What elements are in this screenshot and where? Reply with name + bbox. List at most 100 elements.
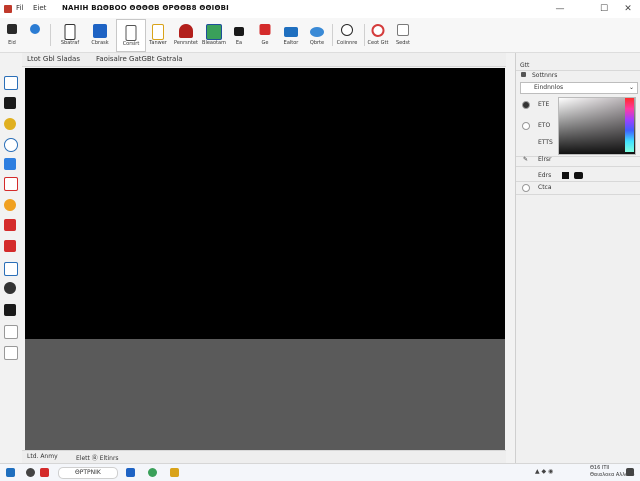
toolbar-image-button[interactable]: Bleaotam xyxy=(202,19,226,50)
toolbar-label: Bleaotam xyxy=(202,40,226,46)
toolbar-person-button[interactable]: Penrsntet xyxy=(172,19,200,50)
properties-panel: Gtt Sottnnrs Eindnnlos ⌄ ETE ETO ETTS ✎ … xyxy=(516,53,640,463)
close-button[interactable]: ✕ xyxy=(622,3,634,15)
toolbar-record-button[interactable]: Ge xyxy=(256,19,274,50)
editor-task-icon[interactable] xyxy=(170,468,179,477)
flag-tool-icon[interactable] xyxy=(4,240,16,252)
canvas-info-label: Faoisalre GatGBt Gatrala xyxy=(96,55,183,63)
toolbar-cursor-button[interactable]: Corsirt xyxy=(116,19,146,52)
select-tool-icon[interactable] xyxy=(4,76,18,90)
chat-task-icon[interactable] xyxy=(148,468,157,477)
canvas-area[interactable] xyxy=(25,68,505,450)
toolbar-get-button[interactable]: Ceot Gtt xyxy=(366,19,390,50)
color-label-3: ETTS xyxy=(538,139,553,146)
clock-time[interactable]: Θ16 ΙΤΙΙ xyxy=(590,465,609,471)
option-checkbox[interactable] xyxy=(522,184,530,192)
shape-tool-icon[interactable] xyxy=(4,138,18,152)
maximize-button[interactable]: ☐ xyxy=(598,3,610,15)
toolbar-label: Ealtor xyxy=(283,40,299,46)
taskbar-search-box[interactable]: ΘΡΤΡΝΙΚ xyxy=(58,467,118,479)
toolbar-label: Tanwer xyxy=(149,40,167,46)
canvas-preview xyxy=(25,68,505,339)
notification-icon[interactable] xyxy=(626,468,634,476)
panel-separator xyxy=(516,194,640,195)
title-bar: Fil Eiet ΝΑΗΙΗ ΒΩΘΒΟΟ ΘΘΘΘΒ ΘΡΘΘΒ8 ΘΘΙΘΒ… xyxy=(0,0,640,19)
color-label-1: ETE xyxy=(538,101,550,108)
chat-icon xyxy=(310,27,324,37)
canvas-header: Ltot Gbl Sladas Faoisalre GatGBt Gatrala xyxy=(22,53,506,67)
toolbar-shape-button[interactable]: Sbatraf xyxy=(56,19,84,50)
status-right: Elett Ⓑ Eltinrs xyxy=(76,455,119,462)
option-radio-1[interactable] xyxy=(522,101,530,109)
settings-icon xyxy=(521,72,526,77)
panel-separator xyxy=(516,156,640,157)
toolbar-label: Corsirt xyxy=(122,41,140,47)
export-tool-icon[interactable] xyxy=(4,346,18,360)
pen-icon: ✎ xyxy=(523,156,529,163)
toolbar-label: Eid xyxy=(8,40,16,46)
document-icon xyxy=(7,24,17,34)
toolbar-label: Qbrte xyxy=(309,40,325,46)
frame-tool-icon[interactable] xyxy=(4,262,18,276)
toolbar-label: Sedst xyxy=(396,40,410,46)
camera-icon xyxy=(234,27,244,36)
toolbar-globe-button[interactable] xyxy=(26,19,44,50)
panel-separator xyxy=(516,70,640,71)
person-icon xyxy=(179,24,193,38)
toolbar-separator xyxy=(364,24,365,46)
mask-tool-icon[interactable] xyxy=(4,219,16,231)
toolbar-camera-button[interactable]: Ea xyxy=(230,19,248,50)
toolbar-connect-button[interactable]: Coiinnre xyxy=(334,19,360,50)
fill-tool-icon[interactable] xyxy=(4,158,16,170)
canvas-tab-label[interactable]: Ltot Gbl Sladas xyxy=(27,55,80,63)
toolbar-settings-button[interactable]: Sedst xyxy=(392,19,414,50)
panel-separator xyxy=(516,166,640,167)
crop-tool-icon[interactable] xyxy=(4,177,18,191)
note-tool-icon[interactable] xyxy=(4,325,18,339)
status-left: Ltd. Anmy xyxy=(27,453,58,460)
toolbar-tanwer-button[interactable]: Tanwer xyxy=(146,19,170,50)
frame-icon xyxy=(125,25,137,41)
app-logo-icon xyxy=(4,5,12,13)
chevron-down-icon: ⌄ xyxy=(628,84,634,91)
toolbar-brush-button[interactable]: Cbrask xyxy=(86,19,114,50)
toolbar-edit-button[interactable]: Eid xyxy=(2,19,22,50)
color-tool-icon[interactable] xyxy=(4,118,16,130)
minimize-button[interactable]: — xyxy=(554,3,566,15)
menu-file[interactable]: Fil xyxy=(16,4,23,12)
dropdown-value: Eindnnlos xyxy=(534,84,564,91)
browser-task-icon[interactable] xyxy=(126,468,135,477)
toolbar-label: Sbatraf xyxy=(60,40,80,46)
effect-tool-icon[interactable] xyxy=(4,199,16,211)
start-icon[interactable] xyxy=(6,468,15,477)
color-label-2: ETO xyxy=(538,122,551,129)
window-title: ΝΑΗΙΗ ΒΩΘΒΟΟ ΘΘΘΘΒ ΘΡΘΘΒ8 ΘΘΙΘΒΙ xyxy=(62,4,229,12)
hue-slider[interactable] xyxy=(625,98,634,152)
toolbar-separator xyxy=(50,24,51,46)
panel-separator xyxy=(516,181,640,182)
canvas-status-bar: Ltd. Anmy Elett Ⓑ Eltinrs xyxy=(22,450,506,463)
black-swatch[interactable] xyxy=(562,172,569,179)
left-tool-strip xyxy=(0,70,20,370)
target-icon xyxy=(371,24,385,37)
toolbar-label: Ceot Gtt xyxy=(367,40,389,46)
source-dropdown[interactable]: Eindnnlos ⌄ xyxy=(520,82,638,94)
folder-icon xyxy=(284,27,298,37)
search-icon[interactable] xyxy=(26,468,35,477)
calendar-icon xyxy=(397,24,409,36)
menu-edit[interactable]: Eiet xyxy=(33,4,46,12)
page-icon xyxy=(64,24,76,40)
color-picker[interactable] xyxy=(558,97,636,155)
swatch-toggle[interactable] xyxy=(574,172,583,179)
globe-icon xyxy=(30,24,40,34)
option-radio-2[interactable] xyxy=(522,122,530,130)
app-task-icon[interactable] xyxy=(40,468,49,477)
brush-icon xyxy=(93,24,107,38)
layer-tool-icon[interactable] xyxy=(4,97,16,109)
tray-icons[interactable]: ▲ ◆ ◉ xyxy=(535,468,553,475)
toolbar-chat-button[interactable]: Qbrte xyxy=(306,19,328,50)
screen-tool-icon[interactable] xyxy=(4,304,16,316)
toolbar-label: Ge xyxy=(261,40,269,46)
people-tool-icon[interactable] xyxy=(4,282,16,294)
toolbar-folder-button[interactable]: Ealtor xyxy=(280,19,302,50)
